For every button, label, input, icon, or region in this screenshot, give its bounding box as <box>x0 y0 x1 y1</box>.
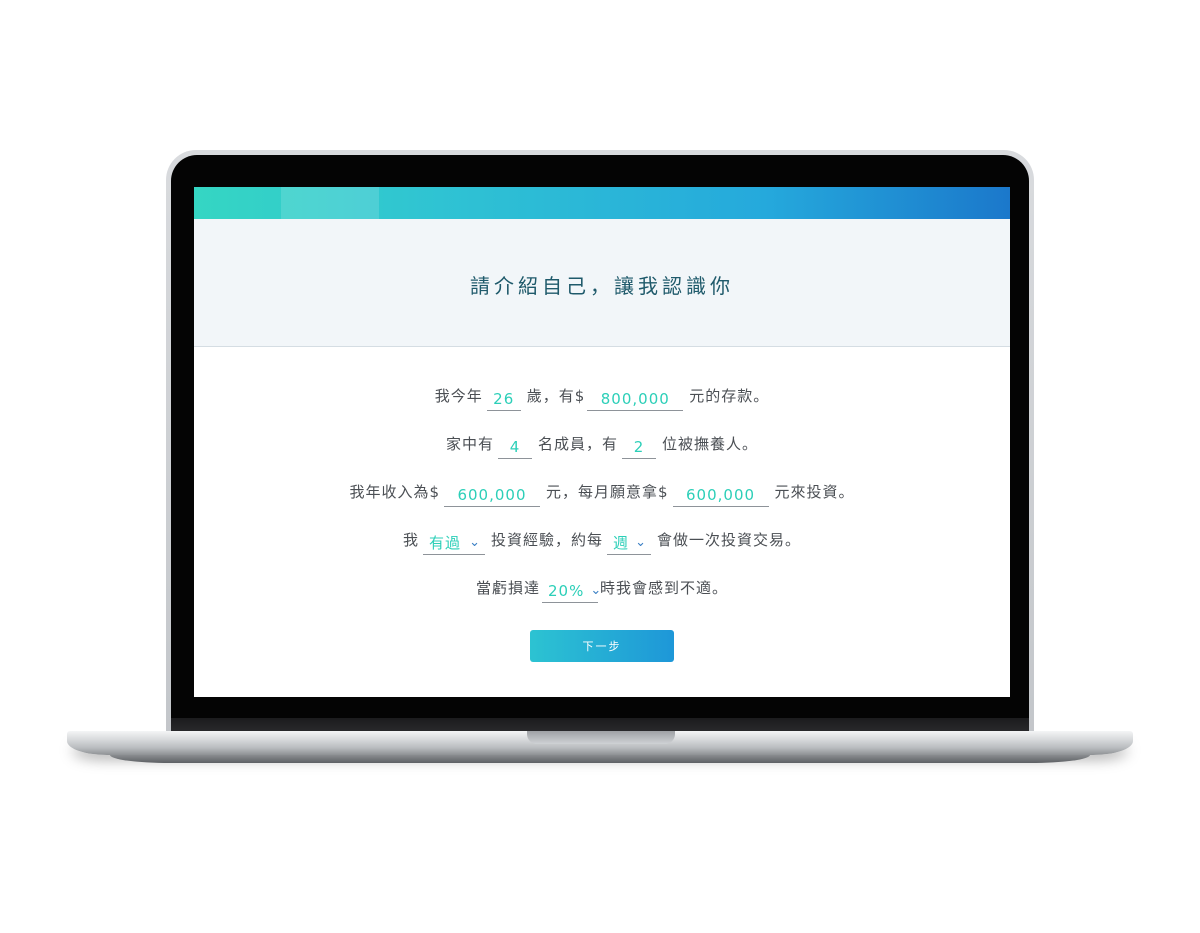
progress-bar <box>194 187 1010 219</box>
experience-prefix: 我 <box>402 531 419 549</box>
income-field[interactable]: 600,000 <box>443 483 540 507</box>
experience-select[interactable]: 有過 ⌄ <box>422 531 485 555</box>
loss-prefix: 當虧損達 <box>475 579 540 597</box>
savings-prefix: 歲，有$ <box>526 387 586 405</box>
header: 請介紹自己，讓我認識你 <box>194 219 1010 347</box>
loss-suffix: 時我會感到不適。 <box>600 579 729 597</box>
loss-tolerance-row: 當虧損達 20% ⌄ 時我會感到不適。 <box>194 563 1010 603</box>
experience-row: 我 有過 ⌄ 投資經驗，約每 週 ⌄ 會做一次投資交易。 <box>194 515 1010 555</box>
screen: 請介紹自己，讓我認識你 我今年 26 歲，有$ 800,000 元的存款。 家中… <box>194 187 1010 697</box>
members-prefix: 家中有 <box>445 435 494 453</box>
laptop-bezel-bottom <box>171 718 1029 732</box>
members-field[interactable]: 4 <box>497 435 532 459</box>
profile-form: 我今年 26 歲，有$ 800,000 元的存款。 家中有 4 名成員，有 2 … <box>194 347 1010 662</box>
invest-prefix: 元，每月願意拿$ <box>545 483 669 501</box>
page-title: 請介紹自己，讓我認識你 <box>470 274 734 298</box>
savings-suffix: 元的存款。 <box>689 387 770 405</box>
loss-select[interactable]: 20% ⌄ <box>542 579 601 603</box>
next-button[interactable]: 下一步 <box>530 630 674 662</box>
dependents-field[interactable]: 2 <box>622 435 656 459</box>
experience-value: 有過 <box>428 533 461 552</box>
dependents-suffix: 位被撫養人。 <box>662 435 759 453</box>
household-row: 家中有 4 名成員，有 2 位被撫養人。 <box>194 419 1010 459</box>
progress-segment <box>281 187 379 219</box>
frequency-prefix: 投資經驗，約每 <box>490 531 603 549</box>
actions: 下一步 <box>194 630 1010 662</box>
dependents-prefix: 名成員，有 <box>537 435 618 453</box>
savings-field[interactable]: 800,000 <box>587 387 684 411</box>
age-field[interactable]: 26 <box>486 387 521 411</box>
laptop-base-lip <box>110 755 1090 763</box>
income-prefix: 我年收入為$ <box>349 483 440 501</box>
chevron-down-icon: ⌄ <box>469 534 481 550</box>
chevron-down-icon: ⌄ <box>635 534 647 550</box>
frequency-value: 週 <box>613 533 630 552</box>
frequency-select[interactable]: 週 ⌄ <box>607 531 651 555</box>
frequency-suffix: 會做一次投資交易。 <box>657 531 802 549</box>
age-prefix: 我今年 <box>434 387 483 405</box>
loss-value: 20% <box>548 581 585 600</box>
age-savings-row: 我今年 26 歲，有$ 800,000 元的存款。 <box>194 371 1010 411</box>
income-row: 我年收入為$ 600,000 元，每月願意拿$ 600,000 元來投資。 <box>194 467 1010 507</box>
monthly-invest-field[interactable]: 600,000 <box>672 483 769 507</box>
invest-suffix: 元來投資。 <box>774 483 855 501</box>
laptop-notch <box>527 731 675 744</box>
